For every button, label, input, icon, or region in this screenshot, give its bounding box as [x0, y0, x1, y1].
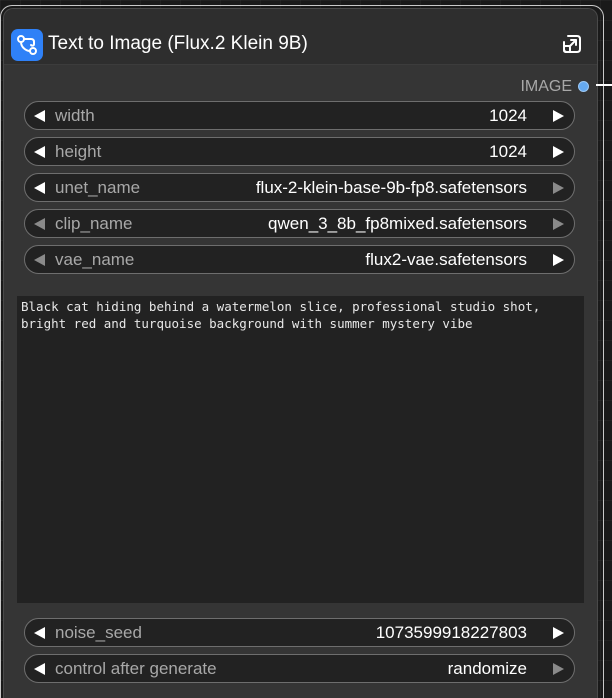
vae-name-widget[interactable]: vae_name flux2-vae.safetensors — [24, 245, 575, 274]
output-label: IMAGE — [520, 78, 572, 95]
previous-arrow-icon[interactable] — [34, 218, 45, 230]
next-arrow-icon[interactable] — [553, 218, 564, 230]
output-connector-dot[interactable] — [578, 81, 589, 92]
unet-name-widget[interactable]: unet_name flux-2-klein-base-9b-fp8.safet… — [24, 173, 575, 202]
increment-arrow-icon[interactable] — [553, 110, 564, 122]
prompt-textarea[interactable]: Black cat hiding behind a watermelon sli… — [17, 296, 584, 603]
width-widget[interactable]: width 1024 — [24, 101, 575, 130]
next-arrow-icon[interactable] — [553, 182, 564, 194]
previous-arrow-icon[interactable] — [34, 254, 45, 266]
widget-label: clip_name — [55, 214, 133, 233]
widget-value: 1024 — [489, 106, 527, 125]
subgraph-icon — [11, 29, 43, 61]
output-link-wire — [596, 84, 612, 86]
widget-label: unet_name — [55, 178, 141, 197]
decrement-arrow-icon[interactable] — [34, 110, 45, 122]
widget-label: width — [55, 106, 95, 125]
node-header[interactable]: Text to Image (Flux.2 Klein 9B) — [4, 9, 597, 65]
widget-value: randomize — [447, 659, 527, 678]
widget-label: height — [55, 142, 102, 161]
increment-arrow-icon[interactable] — [553, 146, 564, 158]
increment-arrow-icon[interactable] — [553, 627, 564, 639]
node-title: Text to Image (Flux.2 Klein 9B) — [48, 33, 308, 54]
open-subgraph-icon[interactable] — [560, 32, 584, 56]
widget-label: vae_name — [55, 250, 135, 269]
next-arrow-icon[interactable] — [553, 254, 564, 266]
height-widget[interactable]: height 1024 — [24, 137, 575, 166]
text-to-image-node[interactable]: Text to Image (Flux.2 Klein 9B) IMAGE wi… — [3, 8, 598, 698]
noise-seed-widget[interactable]: noise_seed 1073599918227803 — [24, 618, 575, 647]
next-arrow-icon[interactable] — [553, 663, 564, 675]
widget-value: 1073599918227803 — [375, 623, 527, 642]
decrement-arrow-icon[interactable] — [34, 627, 45, 639]
output-slot-image[interactable]: IMAGE — [454, 76, 596, 98]
decrement-arrow-icon[interactable] — [34, 146, 45, 158]
widget-label: noise_seed — [55, 623, 142, 642]
control-after-generate-widget[interactable]: control after generate randomize — [24, 654, 575, 683]
widget-value: qwen_3_8b_fp8mixed.safetensors — [268, 214, 527, 233]
previous-arrow-icon[interactable] — [34, 663, 45, 675]
widget-value: flux-2-klein-base-9b-fp8.safetensors — [255, 178, 527, 197]
clip-name-widget[interactable]: clip_name qwen_3_8b_fp8mixed.safetensors — [24, 209, 575, 238]
widget-value: 1024 — [489, 142, 527, 161]
widget-value: flux2-vae.safetensors — [365, 250, 527, 269]
previous-arrow-icon[interactable] — [34, 182, 45, 194]
widget-label: control after generate — [55, 659, 217, 678]
